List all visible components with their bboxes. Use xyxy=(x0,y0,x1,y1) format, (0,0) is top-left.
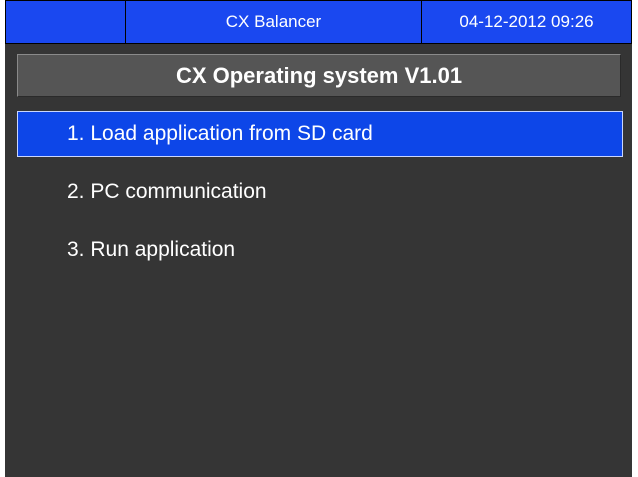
os-version-header: CX Operating system V1.01 xyxy=(17,54,621,97)
title-bar-blank-cell xyxy=(6,1,126,43)
menu-item-label: 3. Run application xyxy=(67,238,236,261)
title-bar: CX Balancer 04-12-2012 09:26 xyxy=(5,0,632,44)
date-time: 04-12-2012 09:26 xyxy=(459,12,594,31)
device-screen: CX Balancer 04-12-2012 09:26 CX Operatin… xyxy=(5,0,632,477)
menu-item-pc-communication[interactable]: 2. PC communication xyxy=(17,169,623,215)
menu-item-run-application[interactable]: 3. Run application xyxy=(17,227,623,273)
menu-item-label: 2. PC communication xyxy=(67,180,267,203)
menu-item-label: 1. Load application from SD card xyxy=(67,122,373,145)
main-menu: 1. Load application from SD card 2. PC c… xyxy=(17,111,623,285)
menu-item-load-from-sd[interactable]: 1. Load application from SD card xyxy=(17,111,623,157)
app-title: CX Balancer xyxy=(126,1,422,43)
